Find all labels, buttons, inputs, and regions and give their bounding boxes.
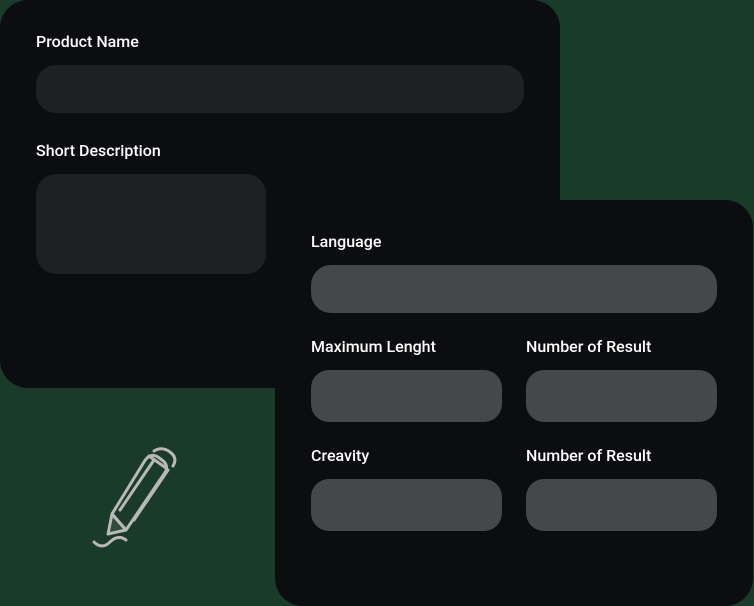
length-result-row: Maximum Lenght Number of Result xyxy=(311,337,717,422)
language-group: Language xyxy=(311,232,717,313)
creativity-label: Creavity xyxy=(311,446,502,465)
num-result-2-group: Number of Result xyxy=(526,446,717,531)
settings-form-card: Language Maximum Lenght Number of Result… xyxy=(275,200,753,606)
max-length-label: Maximum Lenght xyxy=(311,337,502,356)
max-length-input[interactable] xyxy=(311,370,502,422)
short-description-input[interactable] xyxy=(36,174,266,274)
num-result-2-input[interactable] xyxy=(526,479,717,531)
creativity-result-row: Creavity Number of Result xyxy=(311,446,717,531)
num-result-2-label: Number of Result xyxy=(526,446,717,465)
num-result-1-label: Number of Result xyxy=(526,337,717,356)
max-length-group: Maximum Lenght xyxy=(311,337,502,422)
pencil-icon xyxy=(86,444,186,552)
product-name-group: Product Name xyxy=(36,32,524,113)
num-result-1-group: Number of Result xyxy=(526,337,717,422)
language-input[interactable] xyxy=(311,265,717,313)
short-description-label: Short Description xyxy=(36,141,524,160)
product-name-label: Product Name xyxy=(36,32,524,51)
num-result-1-input[interactable] xyxy=(526,370,717,422)
creativity-input[interactable] xyxy=(311,479,502,531)
creativity-group: Creavity xyxy=(311,446,502,531)
product-name-input[interactable] xyxy=(36,65,524,113)
language-label: Language xyxy=(311,232,717,251)
